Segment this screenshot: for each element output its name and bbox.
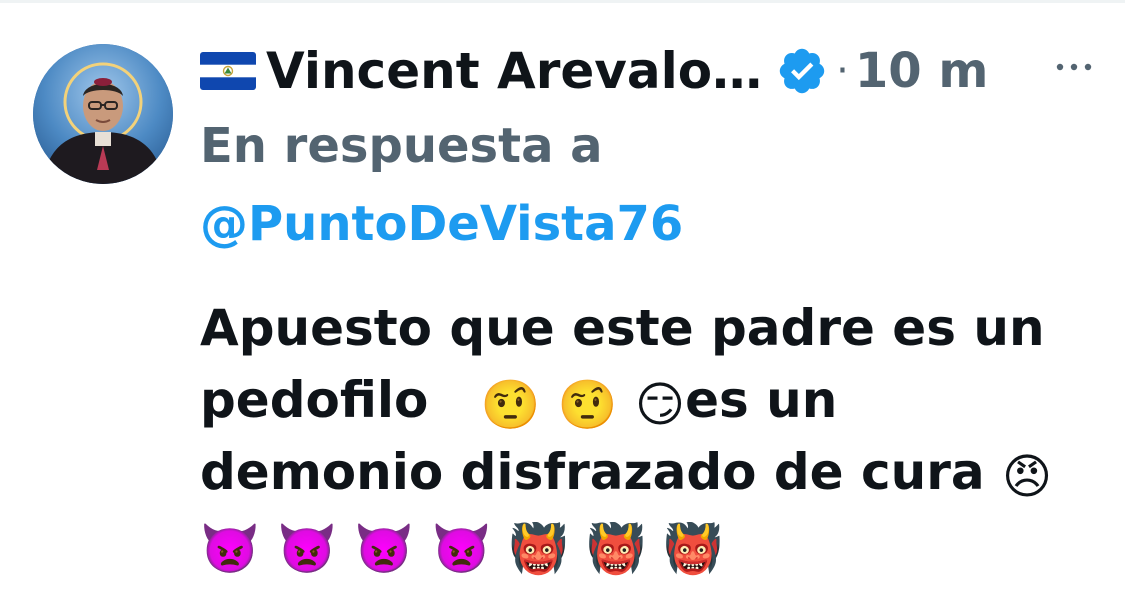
el-salvador-flag-icon [200, 52, 256, 90]
ogre-emoji: 👹 [585, 521, 646, 577]
ogre-emoji: 👹 [508, 521, 569, 577]
smirk-emoji: 😏 [635, 377, 686, 433]
separator-dot: · [836, 48, 849, 94]
avatar-image [33, 44, 173, 184]
raised-eyebrow-emoji: 🤨 [557, 377, 618, 433]
tweet-timestamp[interactable]: 10 m [855, 43, 989, 99]
tweet-text-line-3: demonio disfrazado de cura 😠 [200, 436, 1100, 508]
tweet-text-phrase: demonio disfrazado de cura [200, 443, 985, 501]
tweet-header: Vincent Arevalo… · 10 m [200, 36, 988, 106]
angry-face-emoji: 😠 [1002, 449, 1053, 505]
avatar[interactable] [33, 44, 173, 184]
ogre-emoji: 👹 [663, 521, 723, 577]
reply-context-label: En respuesta a [200, 118, 603, 174]
reply-to-handle-link[interactable]: @PuntoDeVista76 [200, 196, 683, 252]
tweet-text-line-1: Apuesto que este padre es un [200, 299, 1045, 357]
tweet-text-line-4: 👿 👿 👿 👿 👹 👹 👹 [200, 508, 1100, 580]
angry-devil-emoji: 👿 [354, 521, 415, 577]
raised-eyebrow-emoji: 🤨 [480, 377, 541, 433]
more-options-icon[interactable] [1052, 52, 1096, 82]
tweet-text-line-2: pedofilo 🤨 🤨 😏es un [200, 364, 1100, 436]
angry-devil-emoji: 👿 [277, 521, 337, 577]
tweet[interactable]: Vincent Arevalo… · 10 m En respuesta a @… [0, 0, 1125, 607]
tweet-text-word: es un [685, 371, 838, 429]
angry-devil-emoji: 👿 [431, 521, 492, 577]
angry-devil-emoji: 👿 [200, 521, 260, 577]
tweet-text: Apuesto que este padre es un pedofilo 🤨 … [200, 292, 1100, 580]
author-display-name[interactable]: Vincent Arevalo… [266, 42, 762, 100]
tweet-text-word: pedofilo [200, 371, 429, 429]
verified-badge-icon [776, 45, 828, 97]
